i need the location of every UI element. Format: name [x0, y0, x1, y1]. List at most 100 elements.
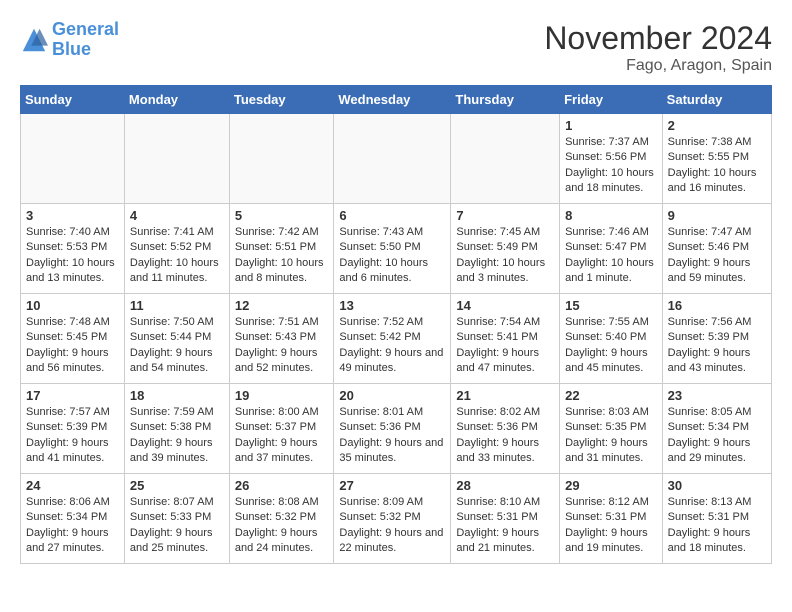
day-info: Sunrise: 7:48 AMSunset: 5:45 PMDaylight:… [26, 315, 119, 377]
calendar-day-cell: 25 Sunrise: 8:07 AMSunset: 5:33 PMDayligh… [124, 474, 229, 564]
day-number: 3 [26, 208, 119, 223]
sunrise: Sunrise: 7:55 AM [565, 315, 657, 330]
daylight: Daylight: 9 hours and 22 minutes. [339, 526, 445, 557]
sunset: Sunset: 5:39 PM [26, 420, 119, 435]
sunset: Sunset: 5:41 PM [456, 330, 554, 345]
calendar-day-cell: 4Sunrise: 7:41 AMSunset: 5:52 PMDaylight… [124, 204, 229, 294]
day-number: 22 [565, 388, 657, 403]
calendar-day-cell: 14 Sunrise: 7:54 AMSunset: 5:41 PMDayligh… [451, 294, 560, 384]
weekday-header: Wednesday [334, 86, 451, 114]
weekday-header-row: SundayMondayTuesdayWednesdayThursdayFrid… [21, 86, 772, 114]
sunset: Sunset: 5:36 PM [339, 420, 445, 435]
sunrise: Sunrise: 7:52 AM [339, 315, 445, 330]
daylight: Daylight: 10 hours and 8 minutes. [235, 256, 329, 287]
calendar-day-cell: 9Sunrise: 7:47 AMSunset: 5:46 PMDaylight… [662, 204, 771, 294]
day-number: 6 [339, 208, 445, 223]
daylight: Daylight: 10 hours and 13 minutes. [26, 256, 119, 287]
sunset: Sunset: 5:39 PM [668, 330, 766, 345]
day-number: 28 [456, 478, 554, 493]
daylight: Daylight: 10 hours and 1 minute. [565, 256, 657, 287]
page-header: General Blue November 2024 Fago, Aragon,… [20, 20, 772, 75]
day-number: 25 [130, 478, 224, 493]
day-info: Sunrise: 7:46 AMSunset: 5:47 PMDaylight:… [565, 225, 657, 287]
day-info: Sunrise: 8:10 AMSunset: 5:31 PMDaylight:… [456, 495, 554, 557]
logo-line1: General [52, 19, 119, 39]
day-number: 5 [235, 208, 329, 223]
daylight: Daylight: 9 hours and 33 minutes. [456, 436, 554, 467]
calendar-day-cell: 26Sunrise: 8:08 AMSunset: 5:32 PMDayligh… [229, 474, 334, 564]
day-number: 8 [565, 208, 657, 223]
day-number: 12 [235, 298, 329, 313]
sunset: Sunset: 5:35 PM [565, 420, 657, 435]
sunrise: Sunrise: 7:51 AM [235, 315, 329, 330]
day-number: 1 [565, 118, 657, 133]
sunset: Sunset: 5:46 PM [668, 240, 766, 255]
sunrise: Sunrise: 7:38 AM [668, 135, 766, 150]
calendar-week-row: 3Sunrise: 7:40 AMSunset: 5:53 PMDaylight… [21, 204, 772, 294]
daylight: Daylight: 9 hours and 45 minutes. [565, 346, 657, 377]
day-info: Sunrise: 8:12 AMSunset: 5:31 PMDaylight:… [565, 495, 657, 557]
daylight: Daylight: 9 hours and 27 minutes. [26, 526, 119, 557]
daylight: Daylight: 9 hours and 59 minutes. [668, 256, 766, 287]
day-info: Sunrise: 8:07 AMSunset: 5:33 PMDaylight:… [130, 495, 224, 557]
daylight: Daylight: 9 hours and 24 minutes. [235, 526, 329, 557]
daylight: Daylight: 9 hours and 18 minutes. [668, 526, 766, 557]
calendar-day-cell [124, 114, 229, 204]
sunset: Sunset: 5:32 PM [339, 510, 445, 525]
day-info: Sunrise: 7:56 AMSunset: 5:39 PMDaylight:… [668, 315, 766, 377]
logo-line2: Blue [52, 39, 91, 59]
calendar-day-cell: 10 Sunrise: 7:48 AMSunset: 5:45 PMDayligh… [21, 294, 125, 384]
sunset: Sunset: 5:52 PM [130, 240, 224, 255]
day-number: 29 [565, 478, 657, 493]
day-number: 14 [456, 298, 554, 313]
day-info: Sunrise: 8:13 AMSunset: 5:31 PMDaylight:… [668, 495, 766, 557]
calendar-day-cell: 24Sunrise: 8:06 AMSunset: 5:34 PMDayligh… [21, 474, 125, 564]
weekday-header: Friday [560, 86, 663, 114]
calendar-day-cell: 3Sunrise: 7:40 AMSunset: 5:53 PMDaylight… [21, 204, 125, 294]
day-number: 23 [668, 388, 766, 403]
day-number: 10 [26, 298, 119, 313]
day-info: Sunrise: 7:54 AMSunset: 5:41 PMDaylight:… [456, 315, 554, 377]
sunrise: Sunrise: 7:59 AM [130, 405, 224, 420]
sunset: Sunset: 5:45 PM [26, 330, 119, 345]
day-info: Sunrise: 8:01 AMSunset: 5:36 PMDaylight:… [339, 405, 445, 467]
weekday-header: Thursday [451, 86, 560, 114]
title-block: November 2024 Fago, Aragon, Spain [544, 20, 772, 75]
calendar-day-cell: 13Sunrise: 7:52 AMSunset: 5:42 PMDayligh… [334, 294, 451, 384]
sunrise: Sunrise: 8:02 AM [456, 405, 554, 420]
sunrise: Sunrise: 8:12 AM [565, 495, 657, 510]
daylight: Daylight: 9 hours and 21 minutes. [456, 526, 554, 557]
daylight: Daylight: 9 hours and 37 minutes. [235, 436, 329, 467]
day-info: Sunrise: 7:45 AMSunset: 5:49 PMDaylight:… [456, 225, 554, 287]
calendar-day-cell [21, 114, 125, 204]
daylight: Daylight: 9 hours and 52 minutes. [235, 346, 329, 377]
day-info: Sunrise: 7:57 AMSunset: 5:39 PMDaylight:… [26, 405, 119, 467]
daylight: Daylight: 10 hours and 11 minutes. [130, 256, 224, 287]
sunrise: Sunrise: 7:43 AM [339, 225, 445, 240]
sunrise: Sunrise: 8:07 AM [130, 495, 224, 510]
day-info: Sunrise: 8:00 AMSunset: 5:37 PMDaylight:… [235, 405, 329, 467]
day-info: Sunrise: 8:09 AMSunset: 5:32 PMDaylight:… [339, 495, 445, 557]
day-number: 9 [668, 208, 766, 223]
sunset: Sunset: 5:40 PM [565, 330, 657, 345]
day-info: Sunrise: 7:38 AMSunset: 5:55 PMDaylight:… [668, 135, 766, 197]
day-number: 7 [456, 208, 554, 223]
calendar-day-cell: 29 Sunrise: 8:12 AMSunset: 5:31 PMDayligh… [560, 474, 663, 564]
sunset: Sunset: 5:49 PM [456, 240, 554, 255]
sunset: Sunset: 5:55 PM [668, 150, 766, 165]
calendar-day-cell [229, 114, 334, 204]
sunrise: Sunrise: 8:09 AM [339, 495, 445, 510]
weekday-header: Tuesday [229, 86, 334, 114]
daylight: Daylight: 9 hours and 56 minutes. [26, 346, 119, 377]
daylight: Daylight: 10 hours and 16 minutes. [668, 166, 766, 197]
calendar-day-cell: 11Sunrise: 7:50 AMSunset: 5:44 PMDayligh… [124, 294, 229, 384]
daylight: Daylight: 9 hours and 35 minutes. [339, 436, 445, 467]
sunrise: Sunrise: 8:10 AM [456, 495, 554, 510]
logo: General Blue [20, 20, 119, 60]
sunrise: Sunrise: 7:56 AM [668, 315, 766, 330]
daylight: Daylight: 10 hours and 18 minutes. [565, 166, 657, 197]
sunset: Sunset: 5:50 PM [339, 240, 445, 255]
sunset: Sunset: 5:31 PM [456, 510, 554, 525]
sunrise: Sunrise: 8:08 AM [235, 495, 329, 510]
day-info: Sunrise: 8:03 AMSunset: 5:35 PMDaylight:… [565, 405, 657, 467]
